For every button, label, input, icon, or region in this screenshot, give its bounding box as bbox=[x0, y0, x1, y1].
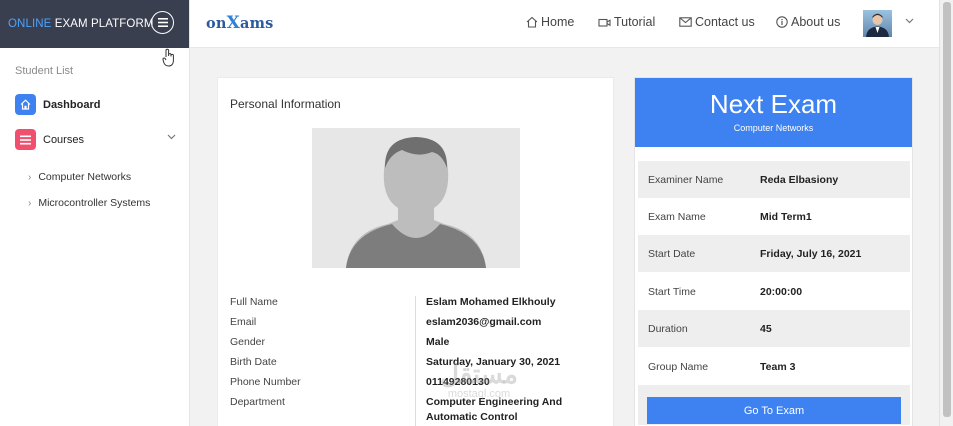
onxams-logo[interactable]: onXams bbox=[206, 13, 274, 33]
exam-row-value: Mid Term1 bbox=[760, 210, 812, 223]
info-label: Birth Date bbox=[230, 356, 277, 368]
info-label: Phone Number bbox=[230, 376, 301, 388]
top-navbar: onXams Home Tutorial Contact us About us bbox=[190, 0, 939, 48]
vertical-scrollbar[interactable] bbox=[939, 0, 953, 426]
exam-row: Exam Name Mid Term1 bbox=[638, 198, 910, 235]
next-exam-header: Next Exam Computer Networks bbox=[635, 78, 912, 147]
sidebar-subitem-microcontroller-systems[interactable]: › Microcontroller Systems bbox=[28, 197, 150, 209]
exam-row-value: Reda Elbasiony bbox=[760, 173, 839, 186]
info-value: Male bbox=[426, 336, 450, 348]
next-exam-card: Next Exam Computer Networks Examiner Nam… bbox=[634, 77, 913, 426]
list-icon bbox=[15, 129, 36, 150]
exam-row: Start Date Friday, July 16, 2021 bbox=[638, 235, 910, 272]
exam-row-value: Team 3 bbox=[760, 360, 796, 373]
menu-toggle-button[interactable] bbox=[151, 11, 174, 34]
next-exam-course: Computer Networks bbox=[733, 123, 814, 133]
sidebar-item-courses[interactable]: Courses bbox=[15, 129, 185, 150]
user-avatar[interactable] bbox=[863, 10, 892, 37]
home-icon bbox=[15, 94, 36, 115]
nav-home-link[interactable]: Home bbox=[526, 15, 574, 29]
user-photo bbox=[866, 13, 889, 37]
exam-row-value: 20:00:00 bbox=[760, 285, 803, 298]
brand-title: ONLINE EXAM PLATFORM bbox=[8, 18, 154, 30]
nav-tutorial-link[interactable]: Tutorial bbox=[598, 15, 655, 29]
exam-row-value: 45 bbox=[760, 322, 772, 335]
info-value: Eslam Mohamed Elkhouly bbox=[426, 296, 556, 308]
chevron-down-icon[interactable] bbox=[905, 18, 914, 24]
info-label: Gender bbox=[230, 336, 266, 348]
exam-row-label: Start Date bbox=[648, 247, 696, 260]
sidebar-subitem-computer-networks[interactable]: › Computer Networks bbox=[28, 171, 131, 183]
exam-row-label: Exam Name bbox=[648, 210, 706, 223]
info-label: Full Name bbox=[230, 296, 278, 308]
envelope-icon bbox=[679, 17, 692, 27]
go-to-exam-button[interactable]: Go To Exam bbox=[647, 397, 901, 424]
hamburger-icon bbox=[157, 18, 168, 27]
nav-about-link[interactable]: About us bbox=[776, 15, 840, 29]
sidebar-subitem-label: Computer Networks bbox=[38, 171, 132, 183]
sidebar-item-label: Courses bbox=[43, 133, 84, 146]
sidebar: ONLINE EXAM PLATFORM Student List Dashbo… bbox=[0, 0, 190, 426]
info-divider bbox=[415, 296, 416, 426]
info-label: Department bbox=[230, 396, 285, 408]
exam-row: Duration 45 bbox=[638, 310, 910, 347]
info-value: eslam2036@gmail.com bbox=[426, 316, 542, 328]
personal-info-card: Personal Information Full Name Eslam Moh… bbox=[217, 77, 614, 426]
exam-row: Group Name Team 3 bbox=[638, 348, 910, 385]
exam-row-label: Examiner Name bbox=[648, 173, 724, 186]
exam-row-value: Friday, July 16, 2021 bbox=[760, 247, 862, 260]
info-label: Email bbox=[230, 316, 257, 328]
sidebar-item-label: Dashboard bbox=[43, 98, 101, 111]
exam-row: Examiner Name Reda Elbasiony bbox=[638, 161, 910, 198]
sidebar-header: ONLINE EXAM PLATFORM bbox=[0, 0, 189, 48]
sidebar-item-dashboard[interactable]: Dashboard bbox=[15, 94, 185, 115]
home-icon bbox=[526, 16, 538, 28]
personal-info-title: Personal Information bbox=[230, 97, 341, 111]
chevron-down-icon bbox=[167, 134, 176, 140]
next-exam-title: Next Exam bbox=[709, 89, 838, 119]
scrollbar-thumb[interactable] bbox=[943, 2, 951, 417]
chevron-right-icon: › bbox=[28, 197, 32, 209]
sidebar-section-title: Student List bbox=[15, 65, 74, 77]
info-circle-icon bbox=[776, 16, 788, 28]
video-camera-icon bbox=[598, 18, 611, 27]
nav-contact-link[interactable]: Contact us bbox=[679, 15, 755, 29]
sidebar-subitem-label: Microcontroller Systems bbox=[38, 197, 151, 209]
exam-row-label: Group Name bbox=[648, 360, 709, 373]
hand-cursor-icon bbox=[162, 48, 174, 67]
exam-row-label: Start Time bbox=[648, 285, 696, 298]
info-value: Computer Engineering And Automatic Contr… bbox=[426, 396, 563, 423]
info-value: Saturday, January 30, 2021 bbox=[426, 356, 561, 368]
profile-placeholder-image bbox=[312, 128, 520, 268]
exam-row: Start Time 20:00:00 bbox=[638, 273, 910, 310]
exam-row-label: Duration bbox=[648, 322, 688, 335]
info-value: 01149280130 bbox=[426, 376, 490, 388]
chevron-right-icon: › bbox=[28, 171, 32, 183]
